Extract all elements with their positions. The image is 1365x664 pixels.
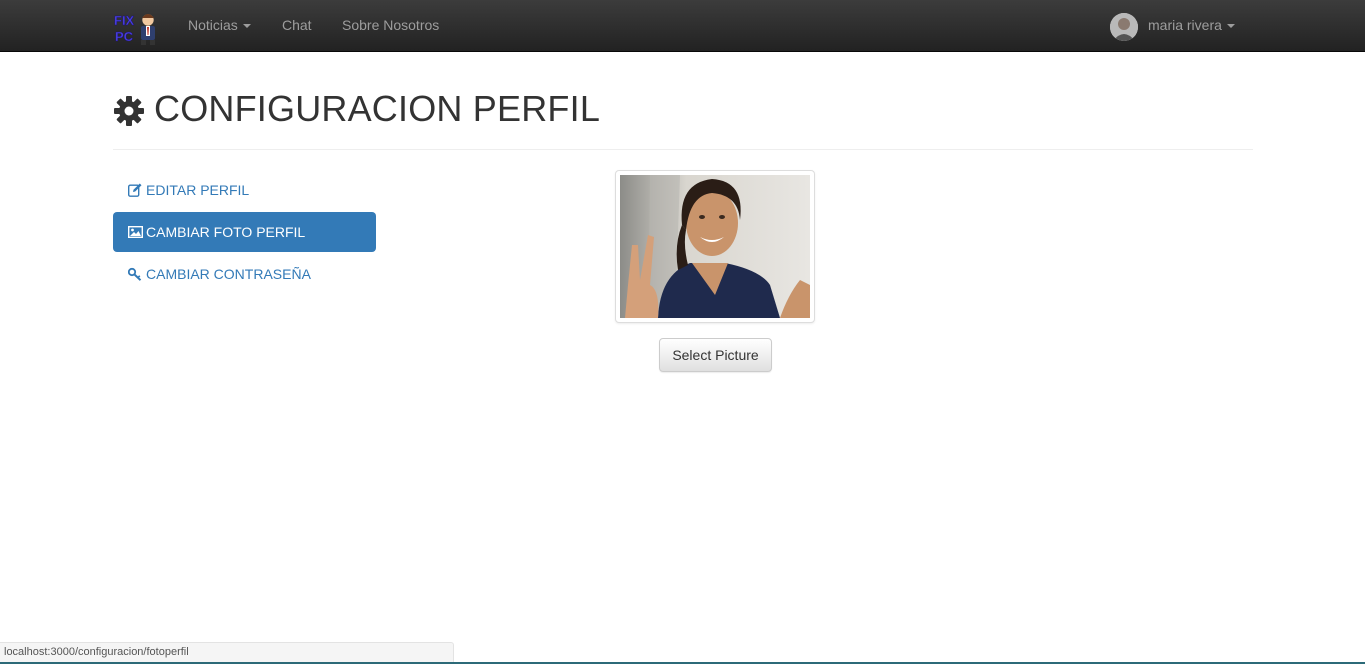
logo-text-bottom: PC xyxy=(115,29,134,44)
select-picture-button[interactable]: Select Picture xyxy=(659,338,772,372)
user-avatar xyxy=(1110,13,1138,41)
logo-text-top: FIX xyxy=(114,13,135,28)
page-header: CONFIGURACION PERFIL xyxy=(113,88,1253,150)
profile-photo-thumbnail xyxy=(615,170,815,323)
top-navbar: FIX PC Noticias Chat Sobre Nosotros mari… xyxy=(0,0,1365,52)
nav-sobre-nosotros-label: Sobre Nosotros xyxy=(342,17,440,33)
sidebar-item-label: EDITAR PERFIL xyxy=(146,182,250,198)
browser-status-bar: localhost:3000/configuracion/fotoperfil xyxy=(0,642,454,664)
sidebar-item-label: CAMBIAR CONTRASEÑA xyxy=(146,266,311,282)
profile-photo xyxy=(620,175,810,318)
nav-chat[interactable]: Chat xyxy=(282,17,312,33)
edit-icon xyxy=(127,183,142,197)
chevron-down-icon xyxy=(242,24,251,29)
nav-sobre-nosotros[interactable]: Sobre Nosotros xyxy=(342,17,439,33)
gear-icon xyxy=(113,95,145,127)
sidebar-item-cambiar-foto-perfil[interactable]: CAMBIAR FOTO PERFIL xyxy=(113,212,376,252)
picture-icon xyxy=(127,225,144,239)
nav-noticias-label: Noticias xyxy=(188,17,238,33)
sidebar-item-cambiar-contrasena[interactable]: CAMBIAR CONTRASEÑA xyxy=(113,254,376,294)
key-icon xyxy=(127,267,142,281)
user-name: maria rivera xyxy=(1148,17,1235,33)
sidebar-item-editar-perfil[interactable]: EDITAR PERFIL xyxy=(113,170,376,210)
page-title: CONFIGURACION PERFIL xyxy=(154,88,601,129)
status-url: localhost:3000/configuracion/fotoperfil xyxy=(4,646,189,658)
chevron-down-icon xyxy=(1226,24,1235,29)
fixpc-logo-icon[interactable]: FIX PC xyxy=(113,10,159,46)
user-name-label: maria rivera xyxy=(1148,17,1222,33)
sidebar-item-label: CAMBIAR FOTO PERFIL xyxy=(146,224,306,240)
nav-chat-label: Chat xyxy=(282,17,312,33)
nav-noticias[interactable]: Noticias xyxy=(188,17,251,33)
